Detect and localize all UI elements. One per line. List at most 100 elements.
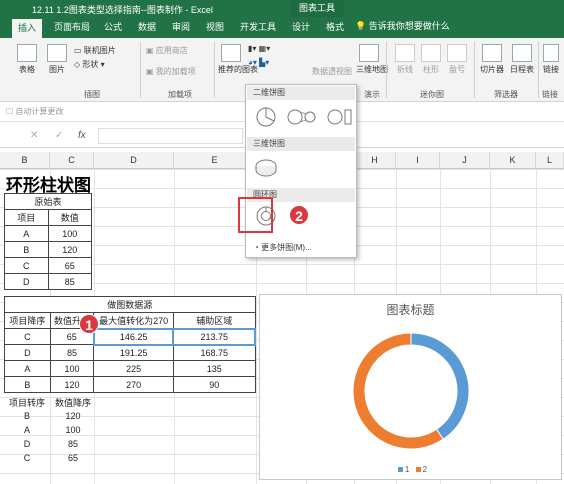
table-header[interactable]: 辅助区域: [172, 312, 256, 329]
picture-button[interactable]: 图片: [44, 44, 70, 75]
pivotchart-button[interactable]: 数据透视图: [312, 66, 352, 77]
pie-chart-dropdown[interactable]: ◕▾ ▙▾: [248, 58, 269, 67]
tab-review[interactable]: 审阅: [172, 20, 190, 33]
table-header[interactable]: 项目: [4, 209, 49, 226]
column-header-j[interactable]: J: [440, 152, 490, 169]
column-header-k[interactable]: K: [490, 152, 536, 169]
table-cell[interactable]: 168.75: [172, 344, 256, 361]
table-cell[interactable]: 100: [49, 360, 95, 377]
chart-source-table: 做图数据源 项目降序 数值升序 最大值转化为270 辅助区域 C 65 146.…: [4, 296, 256, 393]
table-cell[interactable]: D: [4, 437, 50, 451]
table-cell[interactable]: B: [4, 241, 49, 258]
tab-insert[interactable]: 插入: [12, 19, 42, 38]
shapes-button[interactable]: ◇ 形状 ▾: [74, 59, 105, 70]
column-header-c[interactable]: C: [50, 152, 94, 169]
column-header-d[interactable]: D: [94, 152, 174, 169]
tab-format[interactable]: 格式: [326, 20, 344, 33]
table-cell[interactable]: 65: [47, 257, 92, 274]
ribbon-separator: [538, 42, 539, 98]
pie-of-pie-icon[interactable]: [286, 106, 318, 128]
column-header-l[interactable]: L: [536, 152, 564, 169]
column-header-i[interactable]: I: [396, 152, 440, 169]
more-pie-charts[interactable]: ◔ 更多饼图(M)...: [254, 242, 312, 253]
table-header[interactable]: 数值降序: [50, 395, 96, 409]
table-cell[interactable]: A: [4, 360, 51, 377]
recommended-charts-button[interactable]: 推荐的图表: [218, 44, 258, 75]
table-cell[interactable]: C: [4, 257, 49, 274]
insert-function-button[interactable]: fx: [78, 130, 86, 141]
section-3d-pie: 三维饼图: [247, 137, 355, 151]
globe-icon: [359, 44, 379, 62]
table-cell[interactable]: 120: [50, 409, 96, 423]
sparkline-winloss-button[interactable]: 盈亏: [446, 44, 468, 75]
table-cell[interactable]: 100: [47, 225, 92, 242]
table-cell[interactable]: 65: [50, 451, 96, 465]
selected-cell[interactable]: 146.25: [92, 327, 175, 346]
section-2d-pie: 二维饼图: [247, 86, 355, 100]
table-cell[interactable]: 85: [47, 273, 92, 290]
column-header-b[interactable]: B: [0, 152, 50, 169]
table-header[interactable]: 项目转序: [4, 395, 50, 409]
table-cell[interactable]: 191.25: [93, 344, 174, 361]
timeline-icon: [512, 44, 532, 62]
bar-of-pie-icon[interactable]: [326, 106, 354, 128]
chart-legend[interactable]: 1 2: [260, 465, 561, 474]
table-cell[interactable]: 85: [50, 437, 96, 451]
selected-cell[interactable]: 213.75: [172, 327, 256, 346]
pie-2d-icon[interactable]: [254, 106, 278, 128]
column-header-e[interactable]: E: [174, 152, 256, 169]
formula-input[interactable]: [98, 128, 243, 144]
column-header-h[interactable]: H: [354, 152, 396, 169]
tab-developer[interactable]: 开发工具: [240, 20, 276, 33]
slicer-button[interactable]: 切片器: [478, 44, 506, 75]
tab-design[interactable]: 设计: [292, 20, 310, 33]
table-cell[interactable]: B: [4, 409, 50, 423]
tab-view[interactable]: 视图: [206, 20, 224, 33]
donut-slice-2[interactable]: [352, 332, 444, 450]
map3d-button[interactable]: 三维地图: [356, 44, 388, 75]
table-cell[interactable]: 100: [50, 423, 96, 437]
table-cell[interactable]: B: [4, 376, 51, 393]
sparkline-line-button[interactable]: 折线: [394, 44, 416, 75]
pie-3d-icon[interactable]: [254, 156, 278, 178]
sparkline-column-icon: [421, 44, 441, 62]
table-cell[interactable]: 85: [49, 344, 95, 361]
table-header[interactable]: 最大值转化为270: [93, 312, 174, 329]
table-cell[interactable]: D: [4, 344, 51, 361]
table-cell[interactable]: C: [4, 451, 50, 465]
table-cell[interactable]: 90: [172, 376, 256, 393]
table-cell[interactable]: A: [4, 225, 49, 242]
table-cell[interactable]: C: [4, 328, 51, 345]
timeline-button[interactable]: 日程表: [508, 44, 536, 75]
link-button[interactable]: 链接: [540, 44, 562, 75]
donut-slice-1[interactable]: [410, 332, 470, 440]
link-icon: [543, 44, 559, 62]
table-header[interactable]: 项目降序: [4, 312, 51, 329]
cancel-icon[interactable]: ✕: [30, 130, 38, 141]
tell-me-search[interactable]: 💡 告诉我你想要做什么: [355, 19, 564, 35]
table-header[interactable]: 数值: [47, 209, 92, 226]
tab-formulas[interactable]: 公式: [104, 20, 122, 33]
store-button[interactable]: ▣ 应用商店: [146, 45, 188, 56]
table-cell[interactable]: A: [4, 423, 50, 437]
table-cell[interactable]: 270: [93, 376, 174, 393]
table-cell[interactable]: 120: [47, 241, 92, 258]
table-cell[interactable]: 135: [172, 360, 256, 377]
sparkline-column-button[interactable]: 柱形: [420, 44, 442, 75]
tab-data[interactable]: 数据: [138, 20, 156, 33]
table-cell[interactable]: 120: [49, 376, 95, 393]
donut-chart[interactable]: 图表标题 1 2: [259, 294, 562, 480]
legend-label-2: 2: [422, 465, 428, 474]
table-cell[interactable]: D: [4, 273, 49, 290]
autocalc-checkbox[interactable]: ☐: [6, 107, 13, 116]
online-picture-button[interactable]: ▭ 联机图片: [74, 45, 116, 56]
lightbulb-icon: 💡: [355, 21, 367, 31]
sparkline-winloss-label: 盈亏: [449, 65, 465, 74]
enter-icon[interactable]: ✓: [55, 130, 63, 141]
table-button[interactable]: 表格: [14, 44, 40, 75]
tab-page-layout[interactable]: 页面布局: [54, 20, 90, 33]
my-addins-button[interactable]: ▣ 我的加载项: [146, 66, 196, 77]
table-cell[interactable]: 225: [93, 360, 174, 377]
column-chart-dropdown[interactable]: ▮▾ ▦▾: [248, 44, 270, 53]
ribbon-separator: [386, 42, 387, 98]
